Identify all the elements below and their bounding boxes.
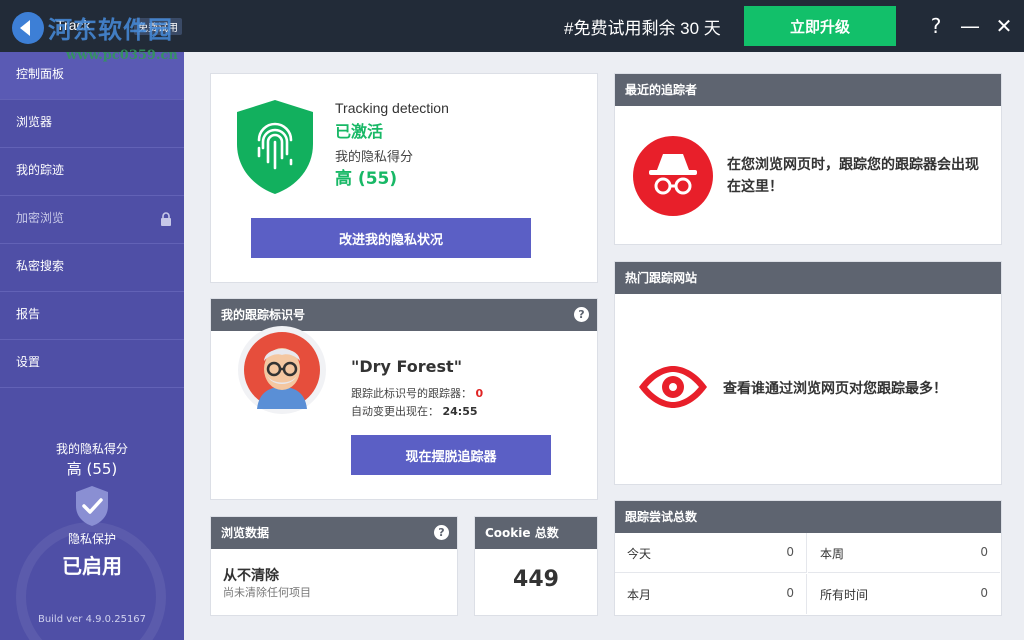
top-tracking-sites-card: 热门跟踪网站 查看谁通过浏览网页对您跟踪最多！ (614, 261, 1002, 485)
card-title: 热门跟踪网站 (625, 271, 698, 285)
top-tracking-sites-message: 查看谁通过浏览网页对您跟踪最多！ (723, 381, 947, 397)
privacy-protection-label: 隐私保护 (67, 532, 116, 546)
attempts-count: 0 (980, 545, 988, 559)
close-icon[interactable]: ✕ (990, 12, 1018, 40)
tracking-attempts-card: 跟踪尝试总数 今天 0 本周 0 本月 0 所有时间 0 (614, 500, 1002, 616)
sidebar-item-label: 加密浏览 (16, 211, 65, 225)
sidebar-item-browser[interactable]: 浏览器 (0, 100, 184, 148)
cookie-count-value: 449 (513, 567, 559, 592)
sidebar-item-encrypted-browsing[interactable]: 加密浏览 (0, 196, 184, 244)
card-title: 浏览数据 (221, 526, 270, 540)
shield-check-icon (76, 486, 108, 526)
build-version: Build ver 4.9.0.25167 (37, 614, 147, 625)
watermark-url: www.pc0359.cn (66, 48, 178, 63)
browsing-data-card: 浏览数据 ? 从不清除 尚未清除任何项目 (210, 516, 458, 616)
sidebar-item-settings[interactable]: 设置 (0, 340, 184, 388)
privacy-score-value: 高 (55) (66, 460, 118, 478)
attempts-period-label: 本周 (820, 547, 845, 561)
app-logo-icon (12, 12, 44, 44)
auto-change-value: 24:55 (442, 405, 478, 418)
browsing-data-subtitle: 尚未清除任何项目 (223, 586, 311, 599)
recent-trackers-message: 在您浏览网页时，跟踪您的跟踪器会出现在这里！ (727, 157, 979, 195)
recent-trackers-card: 最近的追踪者 在您浏览网页时，跟踪您的跟踪器会出现在这里！ (614, 73, 1002, 245)
card-title: Cookie 总数 (485, 526, 559, 540)
browsing-data-status: 从不清除 (223, 568, 279, 584)
identity-name: "Dry Forest" (351, 357, 463, 376)
attempts-period-label: 今天 (627, 547, 652, 561)
sidebar-item-label: 控制面板 (16, 67, 65, 81)
sidebar: 控制面板 浏览器 我的踪迹 加密浏览 私密搜索 报告 设置 我的隐私得分 高 (… (0, 52, 184, 640)
shake-off-trackers-button[interactable]: 现在摆脱追踪器 (351, 435, 551, 475)
help-icon[interactable]: ? (574, 307, 589, 322)
privacy-score-label: 我的隐私得分 (55, 442, 128, 456)
spy-icon (633, 136, 713, 216)
card-header: 跟踪尝试总数 (615, 501, 1001, 533)
avatar (238, 326, 326, 414)
minimize-icon[interactable]: — (956, 12, 984, 40)
title-bar: Track 免费试用 河东软件园 #免费试用剩余 30 天 立即升级 ? — ✕ (0, 0, 1024, 52)
sidebar-item-label: 浏览器 (16, 115, 53, 129)
sidebar-item-label: 设置 (16, 355, 41, 369)
trackers-count-line: 跟踪此标识号的跟踪器： 0 (351, 385, 483, 401)
cookie-count-card: Cookie 总数 449 (474, 516, 598, 616)
card-header: 热门跟踪网站 (615, 262, 1001, 294)
sidebar-item-label: 我的踪迹 (16, 163, 65, 177)
privacy-score-value: 高 (55) (335, 169, 398, 189)
help-icon[interactable]: ? (434, 525, 449, 540)
sidebar-item-my-tracks[interactable]: 我的踪迹 (0, 148, 184, 196)
privacy-protection-status: 已启用 (62, 554, 122, 578)
tracking-detection-state: 已激活 (335, 122, 384, 141)
trackers-count-value: 0 (475, 387, 484, 400)
card-title: 跟踪尝试总数 (625, 510, 698, 524)
tracking-detection-title: Tracking detection (335, 100, 449, 116)
lock-icon (161, 212, 171, 226)
card-title: 我的跟踪标识号 (221, 308, 306, 322)
attempts-count: 0 (786, 586, 794, 600)
auto-change-line: 自动变更出现在： 24:55 (351, 403, 478, 419)
attempts-this-month: 本月 0 (615, 574, 807, 614)
tracking-attempts-grid: 今天 0 本周 0 本月 0 所有时间 0 (615, 533, 1001, 615)
attempts-count: 0 (786, 545, 794, 559)
attempts-all-time: 所有时间 0 (808, 574, 1000, 614)
watermark-text: 河东软件园 (48, 15, 173, 44)
card-title: 最近的追踪者 (625, 83, 698, 97)
trial-remaining-text: #免费试用剩余 30 天 (564, 19, 721, 38)
sidebar-item-reports[interactable]: 报告 (0, 292, 184, 340)
attempts-period-label: 本月 (627, 588, 652, 602)
card-header: Cookie 总数 (475, 517, 597, 549)
attempts-period-label: 所有时间 (820, 588, 869, 602)
sidebar-item-label: 私密搜索 (16, 259, 65, 273)
attempts-count: 0 (980, 586, 988, 600)
fingerprint-shield-icon (237, 100, 313, 194)
trackers-count-label: 跟踪此标识号的跟踪器： (351, 387, 472, 400)
card-header: 最近的追踪者 (615, 74, 1001, 106)
auto-change-label: 自动变更出现在： (351, 405, 439, 418)
privacy-score-label: 我的隐私得分 (335, 150, 414, 165)
improve-privacy-button[interactable]: 改进我的隐私状况 (251, 218, 531, 258)
sidebar-item-label: 报告 (16, 307, 41, 321)
sidebar-item-private-search[interactable]: 私密搜索 (0, 244, 184, 292)
attempts-this-week: 本周 0 (808, 533, 1000, 573)
help-icon[interactable]: ? (922, 12, 950, 40)
upgrade-button[interactable]: 立即升级 (744, 6, 896, 46)
eye-icon (639, 366, 707, 408)
tracking-identity-card: 我的跟踪标识号 ? "Dry Forest" 跟踪此标识号的跟踪器： 0 自动变… (210, 298, 598, 500)
attempts-today: 今天 0 (615, 533, 807, 573)
card-header: 浏览数据 ? (211, 517, 457, 549)
tracking-status-card: Tracking detection 已激活 我的隐私得分 高 (55) 改进我… (210, 73, 598, 283)
